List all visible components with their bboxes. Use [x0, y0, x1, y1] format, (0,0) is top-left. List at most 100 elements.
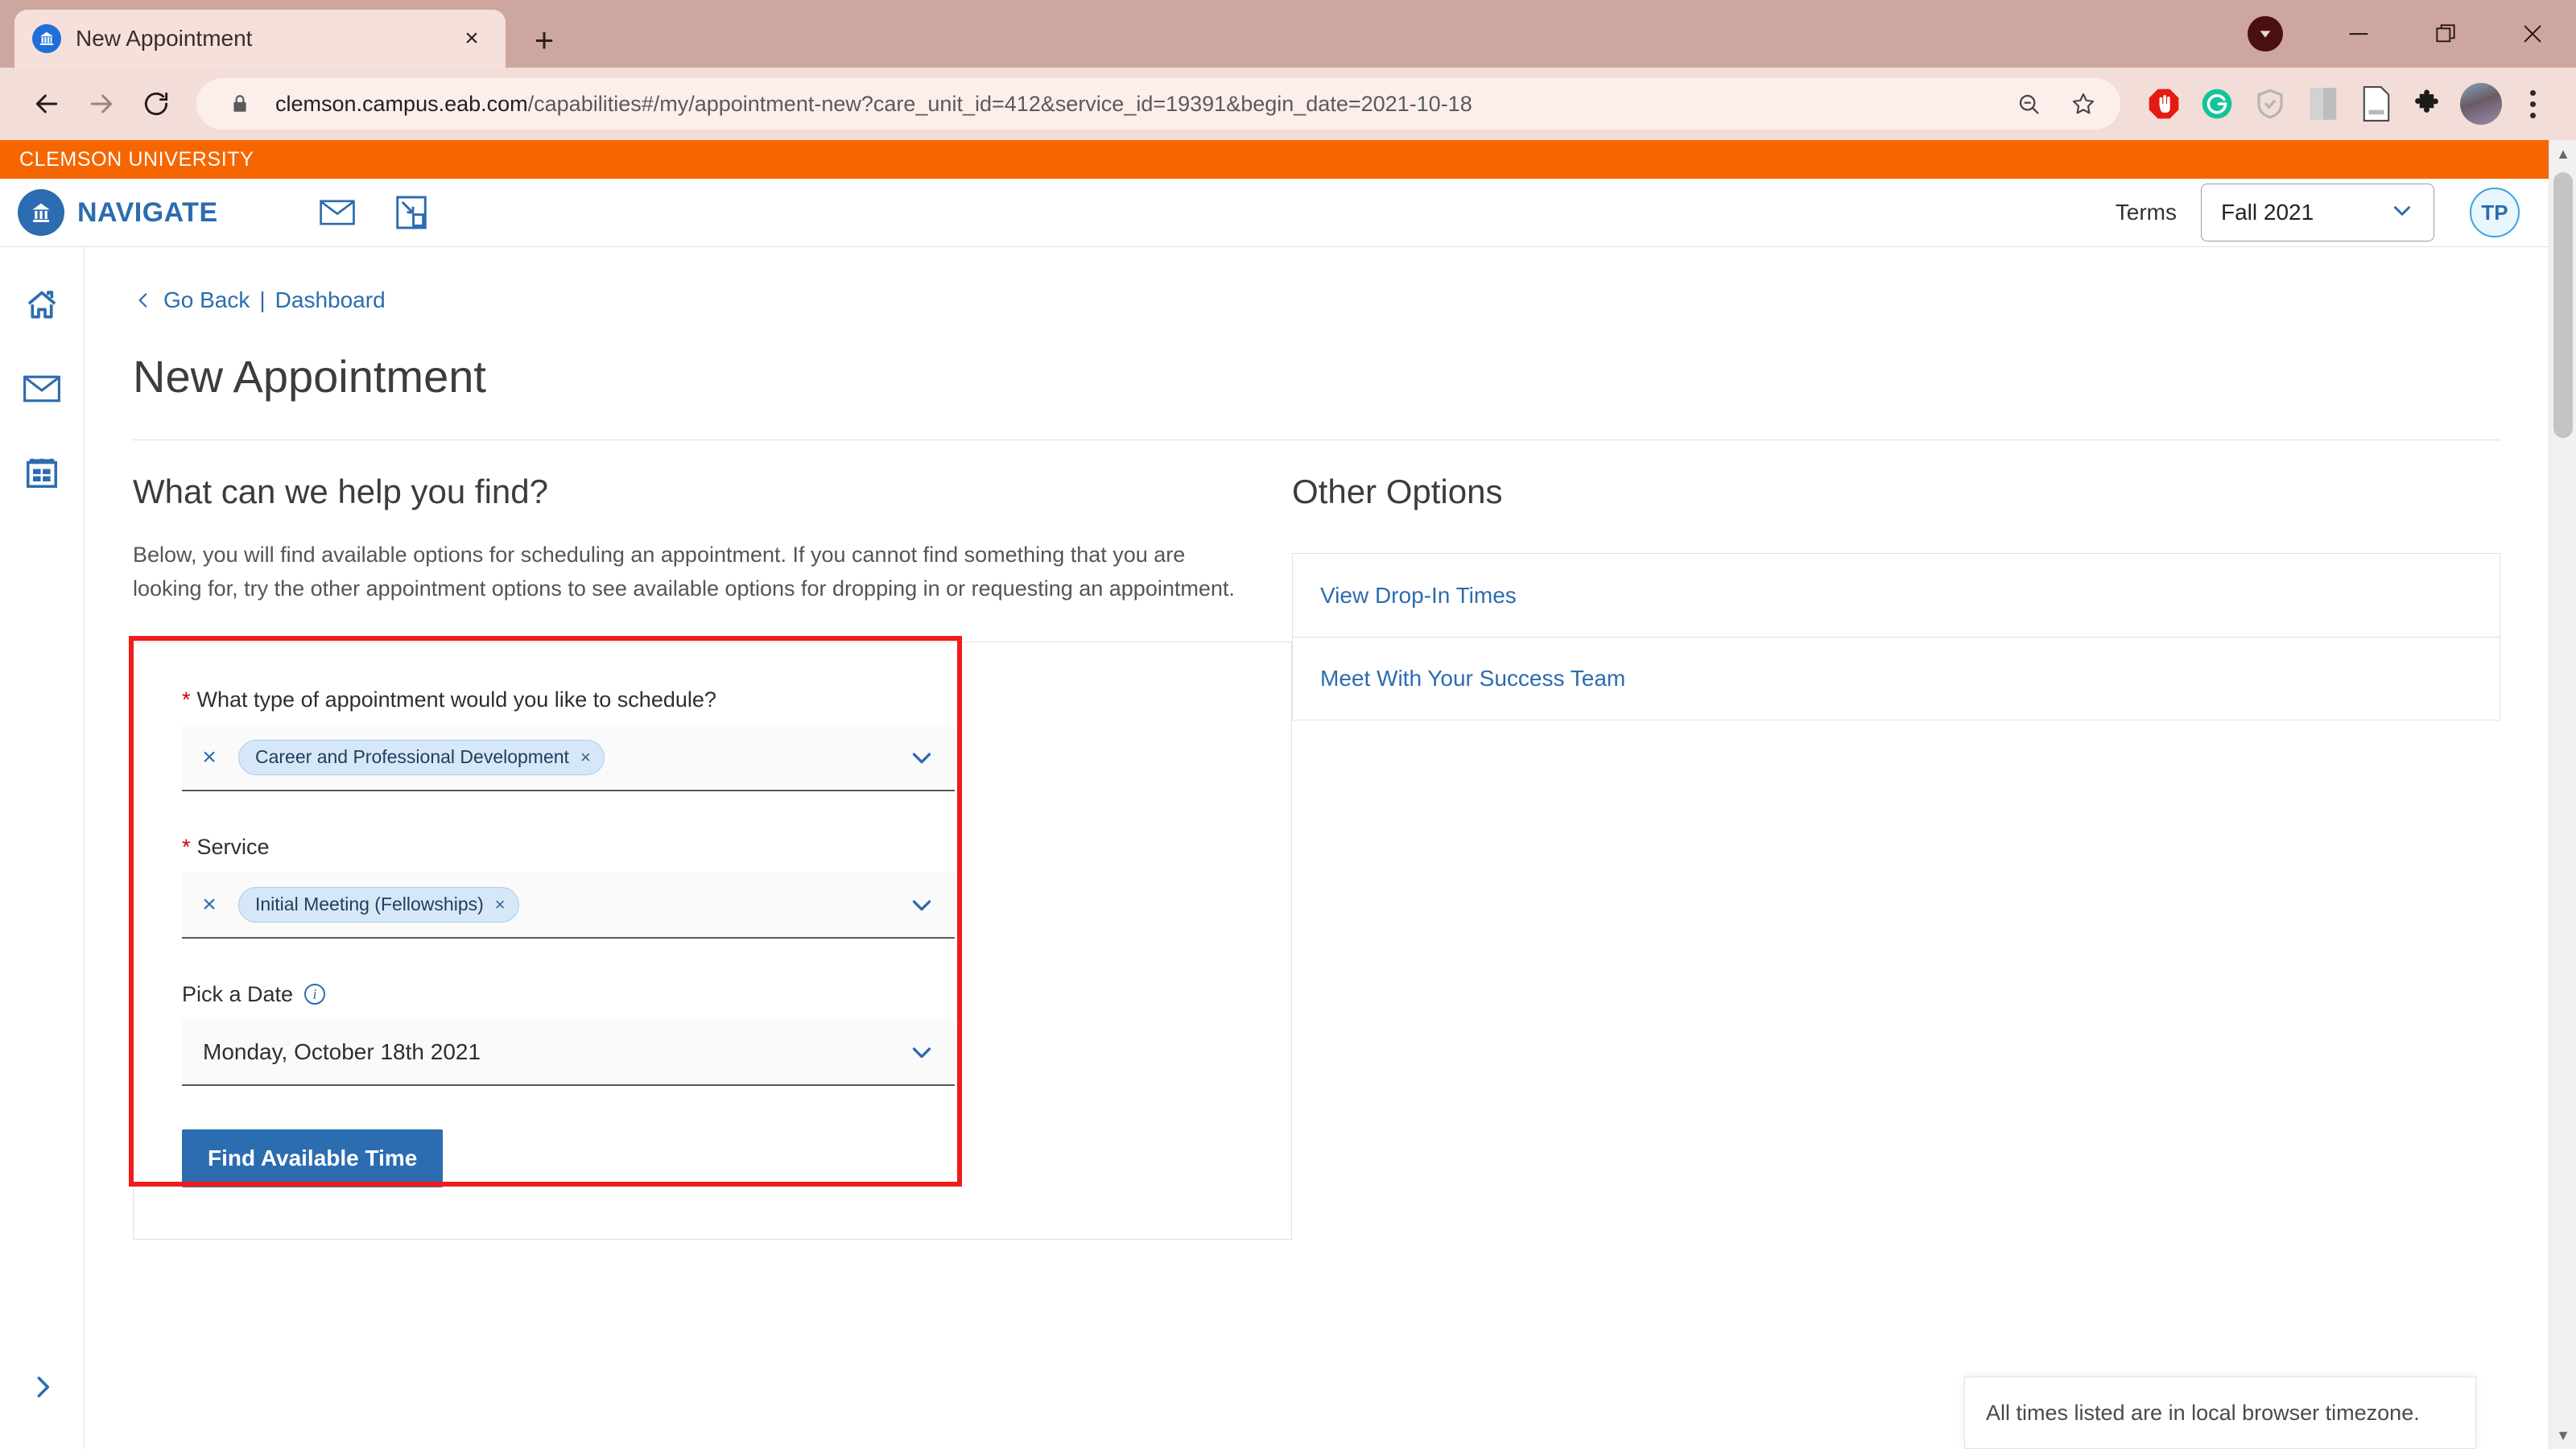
- view-drop-in-times-link[interactable]: View Drop-In Times: [1320, 583, 1517, 609]
- appointment-form: * What type of appointment would you lik…: [133, 641, 1292, 1240]
- service-select[interactable]: × Initial Meeting (Fellowships) ×: [182, 872, 955, 939]
- page-title: New Appointment: [133, 351, 486, 402]
- university-banner: CLEMSON UNIVERSITY: [0, 140, 2549, 179]
- chip-remove-icon[interactable]: ×: [495, 894, 506, 915]
- other-option-card[interactable]: Meet With Your Success Team: [1292, 637, 2500, 720]
- sidebar-item-home[interactable]: [18, 281, 66, 329]
- right-column: Other Options View Drop-In Times Meet Wi…: [1292, 473, 2549, 1240]
- profile-avatar[interactable]: [2460, 83, 2502, 125]
- required-asterisk: *: [182, 687, 191, 712]
- terms-label: Terms: [2115, 200, 2177, 225]
- quick-search-icon[interactable]: [389, 190, 434, 235]
- adblock-extension-icon[interactable]: [2141, 81, 2186, 126]
- field-date: Pick a Date i Monday, October 18th 2021: [182, 982, 1243, 1086]
- field-appointment-type: * What type of appointment would you lik…: [182, 687, 1243, 791]
- terms-selected-value: Fall 2021: [2221, 200, 2314, 225]
- window-controls: [2248, 0, 2576, 68]
- other-option-card[interactable]: View Drop-In Times: [1292, 553, 2500, 637]
- tab-close-icon[interactable]: ×: [456, 23, 488, 55]
- zoom-out-icon[interactable]: [2009, 85, 2048, 123]
- page-viewport: CLEMSON UNIVERSITY NAVIGATE Terms Fall 2…: [0, 140, 2576, 1449]
- browser-chrome: New Appointment × + clemson.campus.eab.c…: [0, 0, 2576, 140]
- window-minimize-button[interactable]: [2315, 0, 2402, 68]
- chip-label: Career and Professional Development: [255, 746, 569, 768]
- chevron-down-icon[interactable]: [906, 742, 937, 773]
- terms-select[interactable]: Fall 2021: [2201, 184, 2434, 242]
- app-header: NAVIGATE Terms Fall 2021 TP: [0, 179, 2549, 247]
- extensions-puzzle-icon[interactable]: [2407, 81, 2452, 126]
- left-sidebar: [0, 247, 85, 1449]
- main-description: Below, you will find available options f…: [133, 543, 1235, 601]
- page-body: Go Back | Dashboard New Appointment What…: [0, 247, 2549, 1449]
- tab-title: New Appointment: [76, 26, 253, 51]
- three-dot-menu-icon[interactable]: [2510, 81, 2555, 126]
- chevron-down-icon[interactable]: [906, 890, 937, 920]
- meet-success-team-link[interactable]: Meet With Your Success Team: [1320, 666, 1625, 691]
- chip-remove-icon[interactable]: ×: [580, 747, 591, 768]
- reload-icon[interactable]: [130, 78, 182, 130]
- main-content: Go Back | Dashboard New Appointment What…: [85, 247, 2549, 1449]
- address-bar[interactable]: clemson.campus.eab.com/capabilities#/my/…: [196, 78, 2120, 130]
- browser-tab[interactable]: New Appointment ×: [14, 10, 506, 68]
- document-extension-icon[interactable]: [2354, 81, 2399, 126]
- field-service: * Service × Initial Meeting (Fellowships…: [182, 835, 1243, 939]
- sidebar-item-calendar[interactable]: [18, 448, 66, 497]
- url-host: clemson.campus.eab.com: [275, 91, 528, 116]
- shield-extension-icon[interactable]: [2248, 81, 2293, 126]
- selected-chip: Initial Meeting (Fellowships) ×: [238, 886, 519, 923]
- find-available-time-button[interactable]: Find Available Time: [182, 1129, 444, 1187]
- scroll-up-icon[interactable]: ▲: [2549, 140, 2576, 167]
- window-restore-button[interactable]: [2402, 0, 2489, 68]
- extensions-area: [2141, 81, 2555, 126]
- scroll-down-icon[interactable]: ▼: [2549, 1422, 2576, 1449]
- dashboard-link[interactable]: Dashboard: [275, 287, 386, 313]
- date-label: Pick a Date i: [182, 982, 1243, 1007]
- blank-extension-icon[interactable]: [2301, 81, 2346, 126]
- envelope-icon[interactable]: [315, 190, 360, 235]
- tab-favicon-icon: [32, 24, 61, 53]
- service-label: * Service: [182, 835, 1243, 860]
- chevron-left-icon: [133, 290, 154, 311]
- user-avatar[interactable]: TP: [2470, 188, 2520, 237]
- selected-chip: Career and Professional Development ×: [238, 739, 605, 775]
- page-scrollbar[interactable]: ▲ ▼: [2549, 140, 2576, 1449]
- left-column: What can we help you find? Below, you wi…: [129, 473, 1292, 1240]
- breadcrumb: Go Back | Dashboard: [133, 287, 2549, 313]
- required-asterisk: *: [182, 834, 191, 859]
- header-icon-group: [315, 190, 434, 235]
- window-close-button[interactable]: [2489, 0, 2576, 68]
- sidebar-item-mail[interactable]: [18, 365, 66, 413]
- main-heading: What can we help you find?: [133, 473, 548, 510]
- new-tab-button[interactable]: +: [528, 21, 560, 59]
- browser-toolbar: clemson.campus.eab.com/capabilities#/my/…: [0, 68, 2576, 140]
- content-columns: What can we help you find? Below, you wi…: [129, 440, 2549, 1240]
- appointment-type-label-text: What type of appointment would you like …: [196, 687, 716, 712]
- header-right-group: Terms Fall 2021 TP: [2116, 184, 2520, 242]
- address-bar-url: clemson.campus.eab.com/capabilities#/my/…: [275, 92, 1993, 117]
- url-path: /capabilities#/my/appointment-new?care_u…: [527, 91, 1472, 116]
- appointment-form-wrapper: * What type of appointment would you lik…: [129, 635, 1292, 1240]
- forward-arrow-icon[interactable]: [76, 78, 127, 130]
- sidebar-expand-button[interactable]: [0, 1372, 85, 1402]
- appointment-type-select[interactable]: × Career and Professional Development ×: [182, 724, 955, 791]
- date-selected-value: Monday, October 18th 2021: [203, 1038, 481, 1064]
- scrollbar-thumb[interactable]: [2553, 172, 2573, 438]
- download-badge-icon[interactable]: [2248, 16, 2283, 52]
- clear-selection-icon[interactable]: ×: [196, 892, 222, 917]
- navigate-logo-icon: [18, 189, 64, 236]
- timezone-toast-text: All times listed are in local browser ti…: [1986, 1400, 2420, 1425]
- chevron-down-icon[interactable]: [906, 1037, 937, 1067]
- date-select[interactable]: Monday, October 18th 2021: [182, 1019, 955, 1086]
- grammarly-extension-icon[interactable]: [2194, 81, 2240, 126]
- clear-selection-icon[interactable]: ×: [196, 745, 222, 770]
- back-arrow-icon[interactable]: [21, 78, 72, 130]
- chevron-down-icon: [2388, 197, 2416, 229]
- timezone-toast: All times listed are in local browser ti…: [1964, 1377, 2476, 1449]
- info-icon[interactable]: i: [304, 984, 326, 1005]
- bookmark-star-icon[interactable]: [2064, 85, 2103, 123]
- go-back-link[interactable]: Go Back: [163, 287, 250, 313]
- university-name: CLEMSON UNIVERSITY: [19, 147, 254, 171]
- date-label-text: Pick a Date: [182, 981, 294, 1006]
- service-label-text: Service: [196, 834, 270, 859]
- navigate-brand[interactable]: NAVIGATE: [18, 189, 218, 236]
